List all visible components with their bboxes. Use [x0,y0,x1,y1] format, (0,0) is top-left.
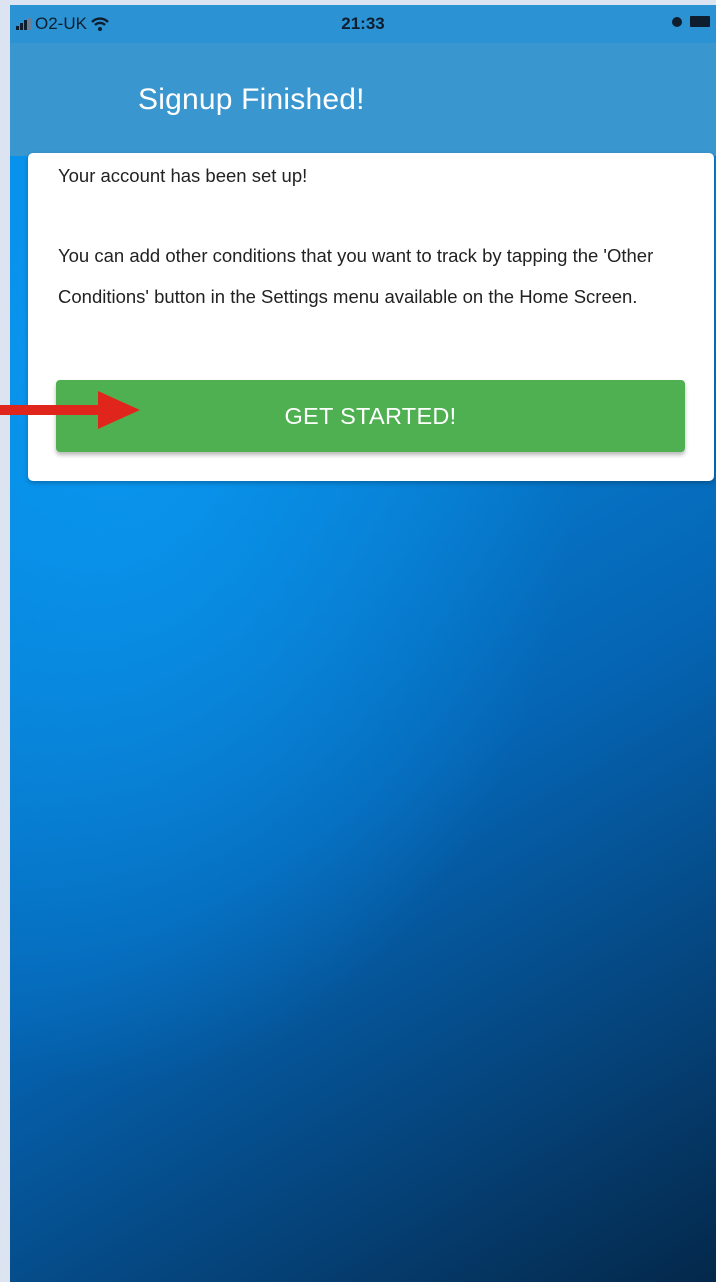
alarm-icon [672,16,682,27]
status-right [672,16,710,27]
status-bar: O2-UK 21:33 [10,5,716,43]
get-started-button[interactable]: GET STARTED! [56,380,685,452]
phone-screen: O2-UK 21:33 Signup Finished! Your accoun… [10,5,716,1282]
instructions-text: You can add other conditions that you wa… [58,245,654,307]
page-title: Signup Finished! [138,83,365,116]
battery-icon [690,16,710,27]
arrow-icon [0,391,140,429]
account-set-up-text: Your account has been set up! [58,165,308,186]
status-time: 21:33 [341,14,385,33]
header-bar: Signup Finished! [10,43,716,156]
